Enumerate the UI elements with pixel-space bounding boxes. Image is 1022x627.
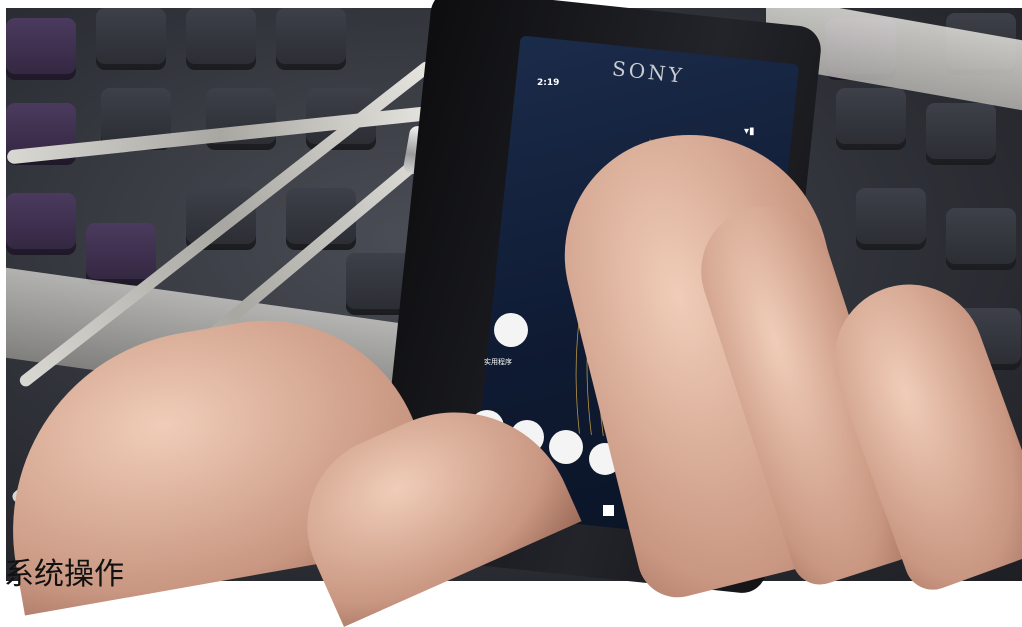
keyboard-key bbox=[926, 103, 996, 165]
recent-apps-icon[interactable] bbox=[603, 505, 614, 516]
caption: 系统操作 bbox=[4, 557, 124, 592]
battery-wifi-icon: ▾▮ bbox=[744, 126, 755, 137]
utility-app-icon[interactable] bbox=[494, 313, 528, 347]
keyboard-key bbox=[186, 8, 256, 70]
keyboard-key bbox=[6, 18, 76, 80]
keyboard-key bbox=[946, 208, 1016, 270]
dock-app-icon[interactable] bbox=[549, 430, 583, 464]
keyboard-key bbox=[96, 8, 166, 70]
app-label: 实用程序 bbox=[484, 358, 512, 366]
keyboard-key bbox=[836, 88, 906, 150]
keyboard-key bbox=[6, 193, 76, 255]
keyboard-key bbox=[86, 223, 156, 285]
keyboard-key bbox=[276, 8, 346, 70]
keyboard-key bbox=[856, 188, 926, 250]
status-time: 2:19 bbox=[537, 78, 560, 88]
